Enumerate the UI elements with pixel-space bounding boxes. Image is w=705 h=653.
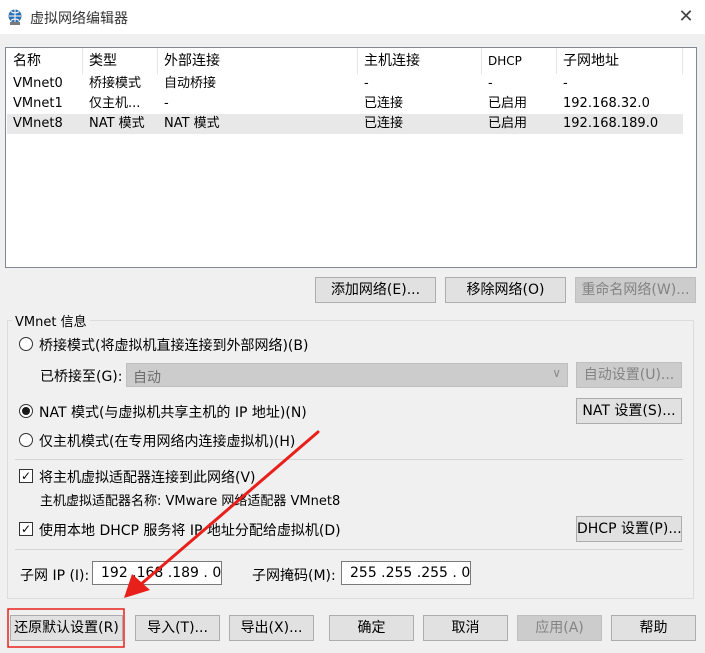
help-button[interactable]: 帮助 bbox=[611, 615, 696, 641]
column-header-host[interactable]: 主机连接 bbox=[358, 48, 482, 74]
host-only-mode-radio[interactable] bbox=[19, 433, 33, 447]
table-row[interactable]: VMnet0 桥接模式 自动桥接 - - - bbox=[7, 74, 683, 94]
cell-subnet: - bbox=[563, 76, 568, 91]
network-list[interactable]: 名称 类型 外部连接 主机连接 DHCP 子网地址 VMnet0 桥接模式 自动… bbox=[5, 47, 697, 268]
nat-mode-radio[interactable] bbox=[19, 404, 33, 418]
export-button[interactable]: 导出(X)... bbox=[229, 615, 314, 641]
apply-button[interactable]: 应用(A) bbox=[517, 615, 602, 641]
virtual-network-editor-window: 虚拟网络编辑器 ✕ 名称 类型 外部连接 主机连接 DHCP 子网地址 VMne… bbox=[0, 0, 705, 653]
nat-settings-button[interactable]: NAT 设置(S)... bbox=[576, 398, 682, 424]
connect-adapter-checkbox[interactable]: ✓ bbox=[19, 469, 33, 483]
window-title: 虚拟网络编辑器 bbox=[30, 11, 128, 27]
connect-adapter-label[interactable]: 将主机虚拟适配器连接到此网络(V) bbox=[39, 467, 256, 487]
cell-host: - bbox=[364, 76, 369, 91]
dhcp-settings-button[interactable]: DHCP 设置(P)... bbox=[576, 516, 682, 542]
cell-subnet: 192.168.32.0 bbox=[563, 96, 650, 111]
cell-subnet: 192.168.189.0 bbox=[563, 116, 659, 131]
bridged-to-label: 已桥接至(G): bbox=[40, 369, 123, 385]
cell-external: 自动桥接 bbox=[164, 76, 217, 91]
cell-host: 已连接 bbox=[364, 116, 404, 131]
column-header-subnet[interactable]: 子网地址 bbox=[557, 48, 683, 74]
chevron-down-icon: ∨ bbox=[552, 366, 561, 380]
host-only-mode-label[interactable]: 仅主机模式(在专用网络内连接虚拟机)(H) bbox=[39, 431, 295, 451]
cell-type: 桥接模式 bbox=[89, 76, 142, 91]
restore-defaults-button[interactable]: 还原默认设置(R) bbox=[10, 615, 123, 641]
cell-dhcp: 已启用 bbox=[488, 96, 528, 111]
bridged-to-value: 自动 bbox=[133, 370, 161, 386]
use-dhcp-checkbox[interactable]: ✓ bbox=[19, 522, 33, 536]
cancel-button[interactable]: 取消 bbox=[423, 615, 508, 641]
column-header-dhcp[interactable]: DHCP bbox=[482, 48, 557, 74]
adapter-name-text: 主机虚拟适配器名称: VMware 网络适配器 VMnet8 bbox=[40, 494, 341, 509]
rename-network-button[interactable]: 重命名网络(W)... bbox=[575, 277, 696, 303]
cell-name: VMnet0 bbox=[13, 76, 63, 91]
cell-name: VMnet1 bbox=[13, 96, 63, 111]
auto-settings-button[interactable]: 自动设置(U)... bbox=[576, 362, 682, 388]
column-header-type[interactable]: 类型 bbox=[83, 48, 158, 74]
cell-type: NAT 模式 bbox=[89, 116, 145, 131]
cell-dhcp: 已启用 bbox=[488, 116, 528, 131]
app-network-icon bbox=[8, 9, 22, 25]
cell-external: NAT 模式 bbox=[164, 116, 220, 131]
subnet-ip-label: 子网 IP (I): bbox=[20, 568, 90, 584]
remove-network-button[interactable]: 移除网络(O) bbox=[445, 277, 566, 303]
cell-host: 已连接 bbox=[364, 96, 404, 111]
separator bbox=[15, 459, 683, 460]
subnet-ip-input[interactable]: 192 .168 .189 . 0 bbox=[92, 561, 222, 585]
cell-external: - bbox=[164, 96, 169, 111]
close-icon[interactable]: ✕ bbox=[672, 4, 700, 30]
cell-name: VMnet8 bbox=[13, 116, 63, 131]
nat-mode-label[interactable]: NAT 模式(与虚拟机共享主机的 IP 地址)(N) bbox=[39, 402, 307, 422]
table-row-selected[interactable]: VMnet8 NAT 模式 NAT 模式 已连接 已启用 192.168.189… bbox=[7, 114, 683, 134]
column-header-name[interactable]: 名称 bbox=[7, 48, 83, 74]
vmnet-info-title: VMnet 信息 bbox=[12, 311, 90, 330]
bridge-mode-label[interactable]: 桥接模式(将虚拟机直接连接到外部网络)(B) bbox=[39, 335, 308, 355]
table-row[interactable]: VMnet1 仅主机... - 已连接 已启用 192.168.32.0 bbox=[7, 94, 683, 114]
import-button[interactable]: 导入(T)... bbox=[135, 615, 220, 641]
cell-dhcp: - bbox=[488, 76, 493, 91]
use-dhcp-label[interactable]: 使用本地 DHCP 服务将 IP 地址分配给虚拟机(D) bbox=[39, 520, 341, 540]
subnet-mask-input[interactable]: 255 .255 .255 . 0 bbox=[341, 561, 471, 585]
separator bbox=[15, 549, 683, 550]
add-network-button[interactable]: 添加网络(E)... bbox=[315, 277, 436, 303]
ok-button[interactable]: 确定 bbox=[329, 615, 414, 641]
bridge-mode-radio[interactable] bbox=[19, 337, 33, 351]
bridged-to-select[interactable]: 自动 ∨ bbox=[126, 363, 568, 387]
column-header-external[interactable]: 外部连接 bbox=[158, 48, 358, 74]
subnet-mask-label: 子网掩码(M): bbox=[252, 568, 336, 584]
cell-type: 仅主机... bbox=[89, 96, 141, 111]
